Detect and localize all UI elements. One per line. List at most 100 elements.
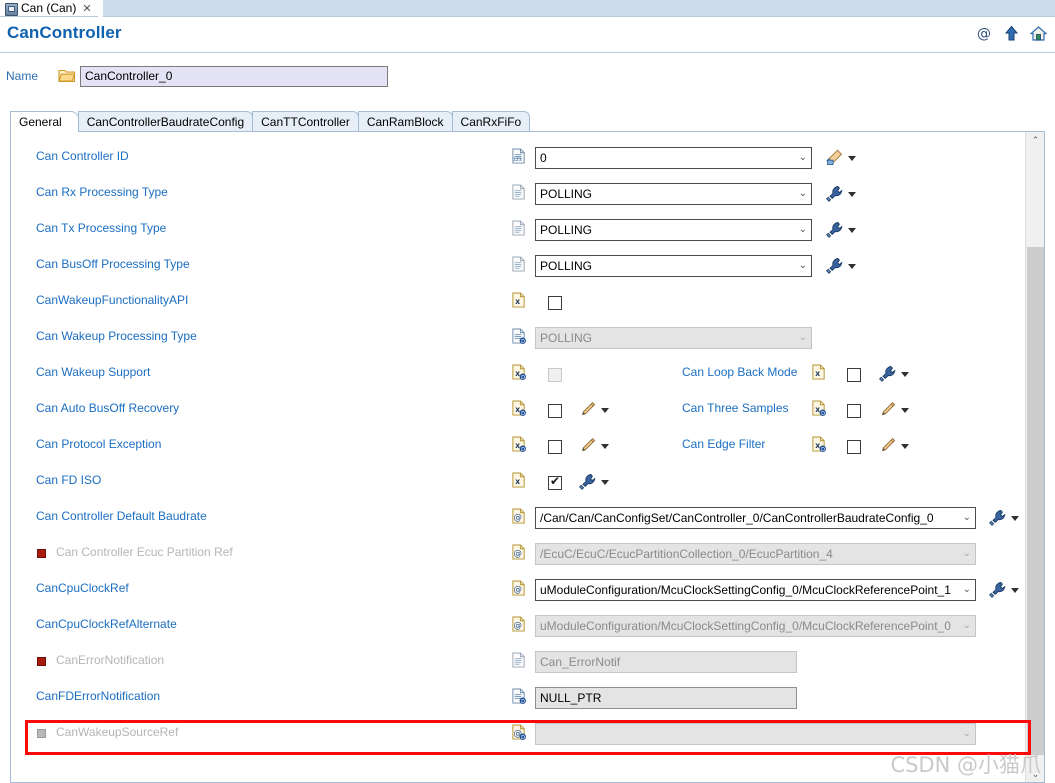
tab-label: CanTTController — [261, 115, 350, 129]
svg-text:x: x — [815, 405, 820, 414]
plug-action-icon[interactable] — [826, 257, 843, 274]
form-row: Can Wakeup Processing Type D POLLING ⌄ — [11, 320, 1026, 356]
row-checkbox[interactable] — [548, 440, 562, 454]
action-dropdown-caret-icon[interactable] — [1011, 586, 1020, 595]
reference-derived-icon: @ D — [511, 724, 527, 741]
pencil-action-icon-secondary[interactable] — [879, 401, 896, 418]
open-folder-icon[interactable] — [58, 68, 76, 83]
scroll-up-icon[interactable]: ⌃ — [1026, 132, 1044, 149]
chevron-down-icon[interactable]: ⌄ — [963, 724, 971, 744]
tab-canrxfifo[interactable]: CanRxFiFo — [451, 111, 531, 132]
wand-action-icon[interactable] — [826, 149, 843, 166]
reference-icon: @ — [511, 616, 527, 633]
svg-text:@: @ — [513, 584, 521, 594]
row-combobox: uModuleConfiguration/McuClockSettingConf… — [535, 615, 976, 637]
chevron-down-icon[interactable]: ⌄ — [963, 580, 971, 600]
chevron-down-icon[interactable]: ⌄ — [963, 616, 971, 636]
at-link-icon[interactable]: @ — [976, 25, 993, 42]
close-icon[interactable]: ✕ — [82, 2, 91, 15]
chevron-down-icon[interactable]: ⌄ — [799, 184, 807, 204]
home-icon[interactable] — [1029, 25, 1048, 42]
action-dropdown-caret-icon[interactable] — [848, 226, 857, 235]
scrollbar-thumb[interactable] — [1027, 247, 1044, 755]
chevron-down-icon[interactable]: ⌄ — [799, 256, 807, 276]
plug-action-icon-secondary[interactable] — [879, 365, 896, 382]
editor-tab-can[interactable]: Can (Can) ✕ — [0, 0, 98, 17]
row-combobox[interactable]: uModuleConfiguration/McuClockSettingConf… — [535, 579, 976, 601]
enum-param-icon — [511, 220, 527, 237]
page-title: CanController — [7, 23, 122, 42]
up-arrow-icon[interactable] — [1003, 25, 1020, 42]
svg-text:@: @ — [977, 26, 991, 42]
row-label: Can Wakeup Support — [36, 365, 151, 379]
row-combobox[interactable]: POLLING ⌄ — [535, 183, 812, 205]
row-checkbox-secondary[interactable] — [847, 368, 861, 382]
enum-derived-icon: D — [511, 328, 527, 345]
scroll-down-icon[interactable]: ⌄ — [1026, 766, 1044, 782]
tab-canramblock[interactable]: CanRamBlock — [357, 111, 453, 132]
action-dropdown-caret-icon-secondary[interactable] — [901, 370, 910, 379]
row-checkbox-secondary[interactable] — [847, 404, 861, 418]
plug-action-icon[interactable] — [989, 509, 1006, 526]
name-label: Name — [6, 69, 39, 83]
row-textbox: Can_ErrorNotif — [535, 651, 797, 673]
chevron-down-icon[interactable]: ⌄ — [963, 544, 971, 564]
boolean-param-icon: x — [511, 292, 527, 309]
form-row: Can Controller ID 123 0 ⌄ — [11, 140, 1026, 176]
row-label: Can Rx Processing Type — [36, 185, 168, 199]
combobox-value: uModuleConfiguration/McuClockSettingConf… — [540, 619, 951, 633]
plug-action-icon[interactable] — [579, 473, 596, 490]
tab-label: CanRamBlock — [366, 115, 444, 129]
boolean-derived-icon: xD — [811, 400, 827, 417]
chevron-down-icon[interactable]: ⌄ — [963, 508, 971, 528]
name-input[interactable]: CanController_0 — [80, 66, 388, 87]
svg-text:@: @ — [513, 512, 521, 522]
tab-canttcontroller[interactable]: CanTTController — [252, 111, 359, 132]
row-combobox[interactable]: 0 ⌄ — [535, 147, 812, 169]
form-row: CanCpuClockRef @ uModuleConfiguration/McuC… — [11, 572, 1026, 608]
pencil-action-icon[interactable] — [579, 437, 596, 454]
chevron-down-icon[interactable]: ⌄ — [799, 148, 807, 168]
row-combobox[interactable]: POLLING ⌄ — [535, 255, 812, 277]
action-dropdown-caret-icon[interactable] — [848, 262, 857, 271]
action-dropdown-caret-icon-secondary[interactable] — [901, 442, 910, 451]
plug-action-icon[interactable] — [989, 581, 1006, 598]
enum-derived-icon: D — [511, 688, 527, 705]
pencil-action-icon-secondary[interactable] — [879, 437, 896, 454]
form-row: Can Tx Processing Type POLLING ⌄ — [11, 212, 1026, 248]
plug-action-icon[interactable] — [826, 221, 843, 238]
tab-cancontrollerbaudrateconfig[interactable]: CanControllerBaudrateConfig — [77, 111, 254, 132]
action-dropdown-caret-icon[interactable] — [848, 154, 857, 163]
row-checkbox[interactable] — [548, 296, 562, 310]
row-checkbox[interactable] — [548, 404, 562, 418]
action-dropdown-caret-icon[interactable] — [848, 190, 857, 199]
row-textbox[interactable]: NULL_PTR — [535, 687, 797, 709]
row-checkbox[interactable] — [548, 474, 562, 490]
row-combobox[interactable]: POLLING ⌄ — [535, 219, 812, 241]
chevron-down-icon[interactable]: ⌄ — [799, 220, 807, 240]
svg-text:@: @ — [513, 620, 521, 630]
action-dropdown-caret-icon[interactable] — [601, 442, 610, 451]
row-checkbox-secondary[interactable] — [847, 440, 861, 454]
row-label: CanCpuClockRefAlternate — [36, 617, 177, 631]
tab-general[interactable]: General — [10, 111, 79, 132]
row-label: Can FD ISO — [36, 473, 102, 487]
row-combobox[interactable]: /Can/Can/CanConfigSet/CanController_0/Ca… — [535, 507, 976, 529]
combobox-value: /EcuC/EcuC/EcucPartitionCollection_0/Ecu… — [540, 547, 833, 561]
row-label: CanErrorNotification — [56, 653, 165, 667]
action-dropdown-caret-icon[interactable] — [601, 478, 610, 487]
pencil-action-icon[interactable] — [579, 401, 596, 418]
vertical-scrollbar[interactable]: ⌃ ⌄ — [1025, 132, 1044, 782]
combobox-value: POLLING — [540, 259, 593, 273]
svg-text:@: @ — [513, 548, 521, 558]
row-label: Can Tx Processing Type — [36, 221, 167, 235]
action-dropdown-caret-icon[interactable] — [1011, 514, 1020, 523]
form-row: Can FD ISO x — [11, 464, 1026, 500]
plug-action-icon[interactable] — [826, 185, 843, 202]
chevron-down-icon[interactable]: ⌄ — [799, 328, 807, 348]
enum-param-icon — [511, 256, 527, 273]
action-dropdown-caret-icon-secondary[interactable] — [901, 406, 910, 415]
row-label: CanFDErrorNotification — [36, 689, 161, 703]
svg-text:x: x — [515, 297, 520, 306]
action-dropdown-caret-icon[interactable] — [601, 406, 610, 415]
